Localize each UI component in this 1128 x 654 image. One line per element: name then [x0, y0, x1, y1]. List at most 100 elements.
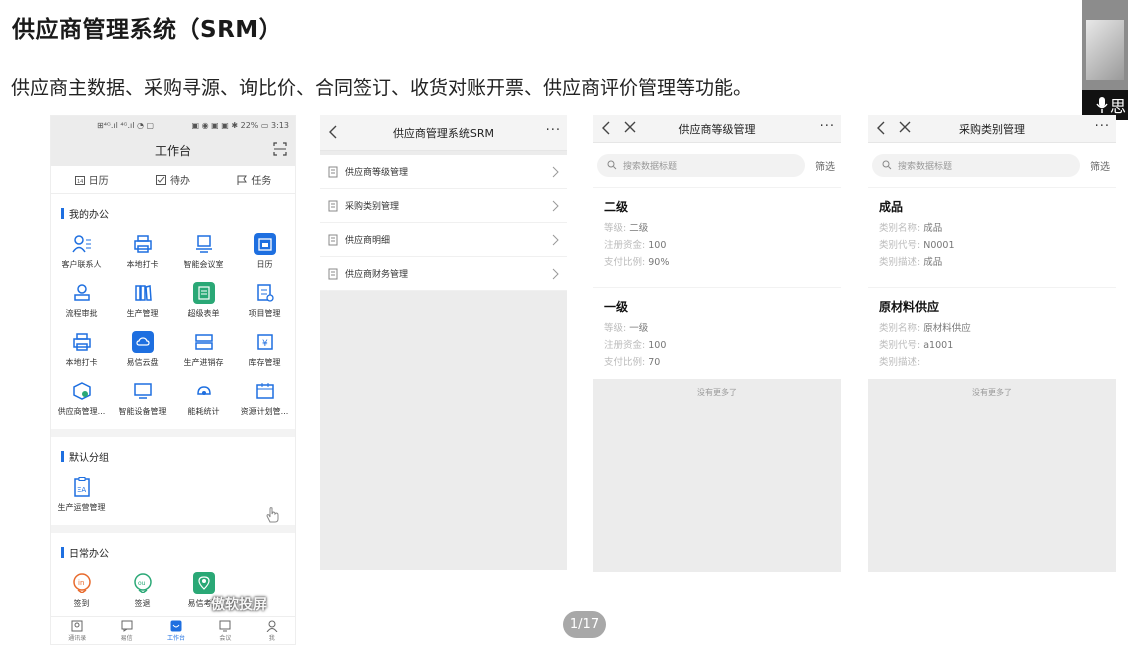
card-field: 类别描述:: [879, 357, 921, 368]
nav-bar: 供应商管理系统SRM ···: [320, 115, 567, 151]
app-item[interactable]: in 签到: [51, 572, 112, 609]
app-label: 客户联系人: [61, 260, 102, 269]
app-item[interactable]: 项目管理: [234, 282, 295, 319]
app-item[interactable]: 超级表单: [173, 282, 234, 319]
app-item[interactable]: 易信云盘: [112, 331, 173, 368]
app-item[interactable]: 供应商管理...: [51, 380, 112, 417]
chevron-right-icon: [552, 200, 559, 212]
card-field: 支付比例: 70: [604, 357, 661, 368]
document-icon: [328, 200, 338, 211]
tab-messages[interactable]: 易信: [121, 620, 133, 642]
filter-button[interactable]: 筛选: [815, 158, 835, 173]
app-item[interactable]: 资源计划管...: [234, 380, 295, 417]
app-item[interactable]: 本地打卡: [51, 331, 112, 368]
more-icon[interactable]: ···: [820, 119, 835, 134]
list-item[interactable]: 成品 类别名称: 成品 类别代号: N0001 类别描述: 成品: [868, 187, 1116, 279]
app-item[interactable]: ¥ 库存管理: [234, 331, 295, 368]
app-item[interactable]: 生产进销存: [173, 331, 234, 368]
card-field: 类别名称: 原材料供应: [879, 323, 971, 334]
svg-text:ΞA: ΞA: [77, 486, 86, 494]
app-item[interactable]: 能耗统计: [173, 380, 234, 417]
svg-text:14: 14: [77, 179, 83, 185]
app-label: 生产进销存: [183, 358, 224, 367]
app-item[interactable]: 日历: [234, 233, 295, 270]
tab-me[interactable]: 我: [266, 620, 278, 642]
document-icon: [328, 268, 338, 279]
app-item[interactable]: ΞA 生产运营管理: [51, 476, 112, 513]
page-title: 工作台: [154, 143, 191, 158]
tab-label: 工作台: [166, 634, 185, 642]
app-item[interactable]: 本地打卡: [112, 233, 173, 270]
menu-item-purchase-category[interactable]: 采购类别管理: [320, 189, 567, 223]
app-item[interactable]: 流程审批: [51, 282, 112, 319]
contacts-icon: [71, 235, 91, 253]
app-item[interactable]: 生产管理: [112, 282, 173, 319]
app-label: 项目管理: [248, 309, 281, 318]
close-icon[interactable]: [623, 120, 637, 134]
back-icon[interactable]: [328, 124, 338, 140]
sign-in-icon: in: [72, 573, 91, 593]
status-right: ▣ ◉ ▣ ▣ ✱ 22% ▭ 3:13: [191, 120, 289, 130]
more-icon[interactable]: ···: [1095, 119, 1110, 134]
menu-item-label: 供应商等级管理: [345, 168, 409, 178]
cloud-disk-icon: [135, 337, 150, 346]
card-field: 等级: 一级: [604, 323, 649, 334]
more-icon[interactable]: ···: [546, 123, 561, 138]
app-grid-default: ΞA 生产运营管理: [51, 470, 295, 519]
webcam-thumbnail: 思: [1082, 0, 1128, 120]
svg-text:in: in: [78, 579, 84, 587]
card-field: 支付比例: 90%: [604, 257, 670, 268]
search-placeholder: 搜索数据标题: [623, 161, 678, 172]
app-item[interactable]: 智能会议室: [173, 233, 234, 270]
app-item[interactable]: 客户联系人: [51, 233, 112, 270]
menu-item-supplier-grade[interactable]: 供应商等级管理: [320, 155, 567, 189]
card-title: 二级: [604, 200, 629, 214]
app-label: 生产管理: [126, 309, 159, 318]
tab-workbench[interactable]: 工作台: [167, 620, 185, 642]
menu-item-supplier-finance[interactable]: 供应商财务管理: [320, 257, 567, 291]
project-icon: [256, 284, 274, 302]
app-item[interactable]: ou 签退: [112, 572, 173, 609]
todo-icon: [155, 174, 166, 185]
card-title: 原材料供应: [879, 300, 940, 314]
app-grid-my-office: 客户联系人 本地打卡 智能会议室 日历 流程审批 生产管理 超级表单 项目管理 …: [51, 227, 295, 423]
filter-button[interactable]: 筛选: [1090, 158, 1110, 173]
phone-workbench-screen: ⊞⁴ᴳ.ıl ⁴ᴳ.ıl ◔ ▢ ▣ ◉ ▣ ▣ ✱ 22% ▭ 3:13 工作…: [50, 115, 296, 645]
app-label: 签到: [73, 599, 90, 608]
search-input[interactable]: 搜索数据标题: [872, 153, 1080, 177]
tab-label: 易信: [120, 634, 133, 642]
list-item[interactable]: 一级 等级: 一级 注册资金: 100 支付比例: 70: [593, 287, 841, 379]
app-item[interactable]: 智能设备管理: [112, 380, 173, 417]
list-item[interactable]: 原材料供应 类别名称: 原材料供应 类别代号: a1001 类别描述:: [868, 287, 1116, 379]
quick-calendar[interactable]: 14 日历: [74, 172, 109, 187]
search-row: 搜索数据标题 筛选: [593, 143, 841, 187]
list-item[interactable]: 二级 等级: 二级 注册资金: 100 支付比例: 90%: [593, 187, 841, 279]
menu-item-supplier-detail[interactable]: 供应商明细: [320, 223, 567, 257]
tab-meeting[interactable]: 会议: [219, 620, 231, 642]
scan-icon[interactable]: [273, 142, 287, 156]
bottom-tab-bar: 通讯录 易信 工作台 会议 我: [51, 616, 295, 644]
calendar-icon: 14: [74, 175, 85, 185]
back-icon[interactable]: [601, 120, 611, 136]
quick-task[interactable]: 任务: [237, 172, 271, 187]
status-left: ⊞⁴ᴳ.ıl ⁴ᴳ.ıl ◔ ▢: [97, 120, 155, 130]
tab-contacts[interactable]: 通讯录: [68, 620, 86, 642]
flag-icon: [237, 175, 248, 185]
nav-bar: 采购类别管理 ···: [868, 115, 1116, 143]
chevron-right-icon: [552, 234, 559, 246]
page-indicator: 1/17: [563, 611, 606, 638]
quick-todo[interactable]: 待办: [155, 172, 190, 187]
workbench-icon: [170, 620, 182, 631]
svg-text:ou: ou: [138, 580, 146, 587]
tab-label: 我: [268, 634, 275, 642]
search-input[interactable]: 搜索数据标题: [597, 153, 805, 177]
menu-item-label: 采购类别管理: [345, 202, 400, 212]
app-label: 智能会议室: [183, 260, 224, 269]
back-icon[interactable]: [876, 120, 886, 136]
close-icon[interactable]: [898, 120, 912, 134]
search-icon: [882, 160, 892, 170]
energy-icon: [196, 386, 211, 395]
resource-plan-icon: [255, 383, 274, 399]
clock-in-icon: [72, 333, 91, 351]
approval-icon: [73, 284, 90, 301]
